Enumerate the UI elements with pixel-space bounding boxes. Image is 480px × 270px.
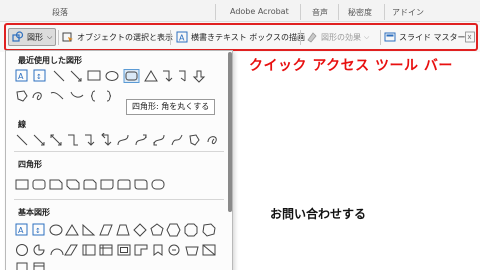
shape-effects-icon bbox=[306, 31, 318, 43]
rectangle-shapes-row bbox=[15, 178, 230, 192]
section-divider bbox=[14, 151, 224, 152]
svg-text:A: A bbox=[18, 226, 24, 235]
slide-master-icon bbox=[384, 31, 396, 43]
recent-shapes-row-1: A ↕ bbox=[15, 69, 230, 83]
ribbon-group-sensitivity: 秘密度 bbox=[348, 8, 372, 17]
toolbar-separator bbox=[58, 30, 59, 45]
basic-shapes-row-1: A ↕ bbox=[15, 223, 230, 237]
toolbar-separator bbox=[300, 30, 301, 45]
ribbon-group-addins: アドイン bbox=[392, 8, 424, 17]
svg-text:↕: ↕ bbox=[35, 227, 41, 235]
toolbar-separator bbox=[170, 30, 171, 45]
quick-access-caption: クイック アクセス ツール バー bbox=[249, 58, 453, 74]
chevron-down-icon: ⌵ bbox=[47, 32, 53, 41]
basic-shapes-row-2 bbox=[15, 243, 230, 257]
ribbon-group-paragraph: 段落 bbox=[52, 8, 68, 17]
slide-master-label: スライド マスター bbox=[399, 32, 466, 42]
ribbon-group-voice: 音声 bbox=[312, 8, 328, 17]
ribbon-group-acrobat: Adobe Acrobat bbox=[230, 7, 289, 16]
text-box-label: 横書きテキスト ボックスの描画 bbox=[191, 32, 306, 42]
recent-shapes-row1-icons: A ↕ bbox=[15, 69, 206, 83]
shapes-button-label: 図形 bbox=[27, 32, 43, 42]
svg-text:A: A bbox=[179, 34, 185, 43]
shape-tooltip: 四角形: 角を丸くする bbox=[126, 99, 216, 115]
ribbon-separator bbox=[338, 4, 339, 20]
shape-effects-label: 図形の効果 bbox=[321, 32, 361, 42]
basic-shapes-row-3 bbox=[15, 261, 230, 270]
chevron-down-icon: ⌵ bbox=[364, 32, 370, 41]
toolbar-separator bbox=[380, 30, 381, 45]
contact-text: お問い合わせする bbox=[270, 207, 367, 221]
shapes-button[interactable]: 図形 ⌵ bbox=[8, 28, 56, 46]
section-title-rectangles: 四角形 bbox=[18, 160, 42, 169]
section-title-recent: 最近使用した図形 bbox=[18, 56, 82, 65]
recent-shapes-row-2 bbox=[15, 89, 135, 103]
section-title-basic: 基本図形 bbox=[18, 208, 50, 217]
overflow-icon[interactable] bbox=[465, 28, 475, 46]
shapes-icon bbox=[12, 31, 24, 43]
section-title-lines: 線 bbox=[18, 120, 26, 129]
ribbon-separator bbox=[384, 4, 385, 20]
text-box-icon: A bbox=[176, 31, 188, 43]
gallery-scrollbar[interactable] bbox=[228, 52, 232, 212]
selection-pane-button[interactable]: オブジェクトの選択と表示 bbox=[62, 28, 173, 46]
ribbon-separator bbox=[300, 4, 301, 20]
ribbon-separator bbox=[215, 4, 216, 20]
selection-pane-label: オブジェクトの選択と表示 bbox=[77, 32, 173, 42]
text-box-button[interactable]: A 横書きテキスト ボックスの描画 bbox=[176, 28, 305, 46]
svg-text:A: A bbox=[18, 72, 24, 81]
selection-pane-icon bbox=[62, 31, 74, 43]
svg-text:↕: ↕ bbox=[36, 73, 42, 81]
ribbon-group-labels: 段落 Adobe Acrobat 音声 秘密度 アドイン bbox=[0, 0, 480, 22]
shape-effects-button[interactable]: 図形の効果 ⌵ bbox=[306, 28, 369, 46]
section-divider bbox=[14, 199, 224, 200]
shapes-gallery: 最近使用した図形 A ↕ 四角形: 角を丸くする 線 四角形 基本図形 A ↕ bbox=[5, 50, 233, 270]
slide-master-button[interactable]: スライド マスター bbox=[384, 28, 466, 46]
line-shapes-row bbox=[15, 133, 230, 147]
